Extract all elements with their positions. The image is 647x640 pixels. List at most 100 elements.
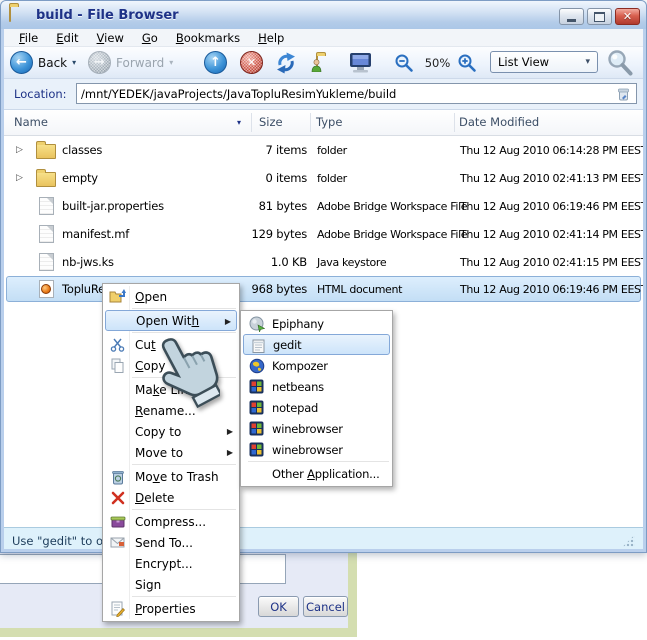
submenu-item-gedit[interactable]: gedit [243, 334, 390, 355]
column-header-name[interactable]: Name [14, 115, 48, 129]
zoom-in-button[interactable] [457, 50, 477, 75]
zoom-out-button[interactable] [394, 50, 414, 75]
view-mode-select[interactable]: List View [490, 51, 598, 73]
submenu-item-kompozer[interactable]: Kompozer [242, 355, 391, 376]
ok-button[interactable]: OK [258, 596, 299, 617]
file-size: 1.0 KB [270, 255, 307, 269]
file-type: Java keystore [317, 256, 387, 269]
menu-file[interactable]: File [10, 31, 47, 45]
menu-help[interactable]: Help [249, 31, 293, 45]
menu-separator [132, 509, 236, 510]
back-label: Back [38, 55, 68, 70]
home-button[interactable] [311, 50, 322, 75]
submenu-item-winebrowser-2[interactable]: winebrowser [242, 439, 391, 460]
cancel-button[interactable]: Cancel [303, 596, 348, 617]
column-divider[interactable] [310, 113, 311, 132]
resize-grip[interactable] [622, 534, 635, 548]
submenu-item-winebrowser-1[interactable]: winebrowser [242, 418, 391, 439]
menu-bar: File Edit View Go Bookmarks Help [4, 29, 643, 47]
location-go-icon[interactable] [617, 87, 630, 102]
submenu-item-epiphany[interactable]: Epiphany [242, 313, 391, 334]
menu-go[interactable]: Go [133, 31, 167, 45]
menu-item-move-to[interactable]: Move to [104, 442, 238, 463]
file-row-selected-html[interactable]: TopluResimDegistirYukle1.html 968 bytes … [4, 275, 643, 303]
file-row-nb-jws-ks[interactable]: nb-jws.ks 1.0 KB Java keystore Thu 12 Au… [4, 248, 643, 276]
menu-view[interactable]: View [88, 31, 133, 45]
computer-button[interactable] [348, 50, 374, 75]
menu-separator [248, 461, 389, 462]
send-to-icon [108, 533, 127, 552]
location-label: Location: [14, 87, 67, 101]
column-header-date[interactable]: Date Modified [459, 115, 539, 129]
back-dropdown-icon[interactable] [72, 58, 76, 67]
stop-icon [240, 51, 263, 74]
folder-icon [36, 141, 56, 159]
document-icon [36, 225, 56, 243]
menu-item-open[interactable]: Open [104, 286, 238, 307]
up-icon [204, 51, 227, 74]
trash-icon [108, 467, 127, 486]
close-button[interactable] [615, 8, 640, 25]
chevron-down-icon [585, 57, 590, 67]
column-header-size[interactable]: Size [259, 115, 283, 129]
search-button[interactable] [606, 50, 634, 76]
menu-edit[interactable]: Edit [47, 31, 87, 45]
file-name: empty [62, 171, 98, 185]
menu-item-copy-to[interactable]: Copy to [104, 421, 238, 442]
file-row-empty[interactable]: empty 0 items folder Thu 12 Aug 2010 02:… [4, 164, 643, 192]
back-icon [10, 51, 33, 74]
file-type: Adobe Bridge Workspace File [317, 200, 468, 213]
menu-item-encrypt[interactable]: Encrypt... [104, 553, 238, 574]
forward-button[interactable]: Forward [88, 50, 173, 75]
column-header-type[interactable]: Type [316, 115, 342, 129]
menu-item-compress[interactable]: Compress... [104, 511, 238, 532]
submenu-item-notepad[interactable]: notepad [242, 397, 391, 418]
menu-item-properties[interactable]: Properties [104, 598, 238, 619]
menu-bookmarks[interactable]: Bookmarks [167, 31, 249, 45]
submenu-item-label: winebrowser [272, 442, 343, 457]
location-input[interactable] [76, 83, 637, 104]
submenu-item-label: Other Application... [272, 466, 380, 481]
back-button[interactable]: Back [10, 50, 76, 75]
menu-item-move-to-trash[interactable]: Move to Trash [104, 466, 238, 487]
stop-button[interactable] [240, 50, 263, 75]
title-bar[interactable]: build - File Browser [1, 1, 646, 29]
file-size: 81 bytes [258, 199, 308, 213]
document-icon [36, 197, 56, 215]
compress-icon [108, 512, 127, 531]
file-row-manifest-mf[interactable]: manifest.mf 129 bytes Adobe Bridge Works… [4, 220, 643, 248]
expander-icon[interactable] [16, 145, 23, 155]
file-row-classes[interactable]: classes 7 items folder Thu 12 Aug 2010 0… [4, 136, 643, 164]
file-name: classes [62, 143, 103, 157]
menu-item-send-to[interactable]: Send To... [104, 532, 238, 553]
column-divider[interactable] [251, 113, 252, 132]
refresh-button[interactable] [274, 50, 298, 75]
submenu-item-label: gedit [273, 337, 302, 352]
file-row-built-jar-properties[interactable]: built-jar.properties 81 bytes Adobe Brid… [4, 192, 643, 220]
background-dialog-edge-bottom [0, 628, 357, 637]
submenu-item-netbeans[interactable]: netbeans [242, 376, 391, 397]
menu-item-label: Send To... [135, 535, 193, 550]
submenu-item-other-application[interactable]: Other Application... [242, 463, 391, 484]
expander-icon[interactable] [16, 173, 23, 183]
column-divider[interactable] [454, 113, 455, 132]
menu-item-sign[interactable]: Sign [104, 574, 238, 595]
cut-icon [108, 335, 127, 354]
menu-item-label: Move to [135, 445, 184, 460]
submenu-item-label: Epiphany [272, 316, 324, 331]
file-date: Thu 12 Aug 2010 06:14:28 PM EEST [460, 144, 643, 157]
window-folder-icon [9, 6, 28, 23]
file-name: built-jar.properties [62, 199, 164, 213]
hand-cursor [161, 338, 220, 409]
properties-icon [108, 599, 127, 618]
forward-icon [88, 51, 111, 74]
minimize-button[interactable] [559, 8, 584, 25]
forward-dropdown-icon[interactable] [169, 58, 173, 67]
up-button[interactable] [204, 50, 227, 75]
folder-icon [36, 169, 56, 187]
epiphany-icon [247, 314, 266, 333]
maximize-button[interactable] [587, 8, 612, 25]
submenu-arrow-icon [227, 448, 233, 457]
menu-item-delete[interactable]: Delete [104, 487, 238, 508]
file-date: Thu 12 Aug 2010 02:41:15 PM EEST [460, 256, 643, 269]
